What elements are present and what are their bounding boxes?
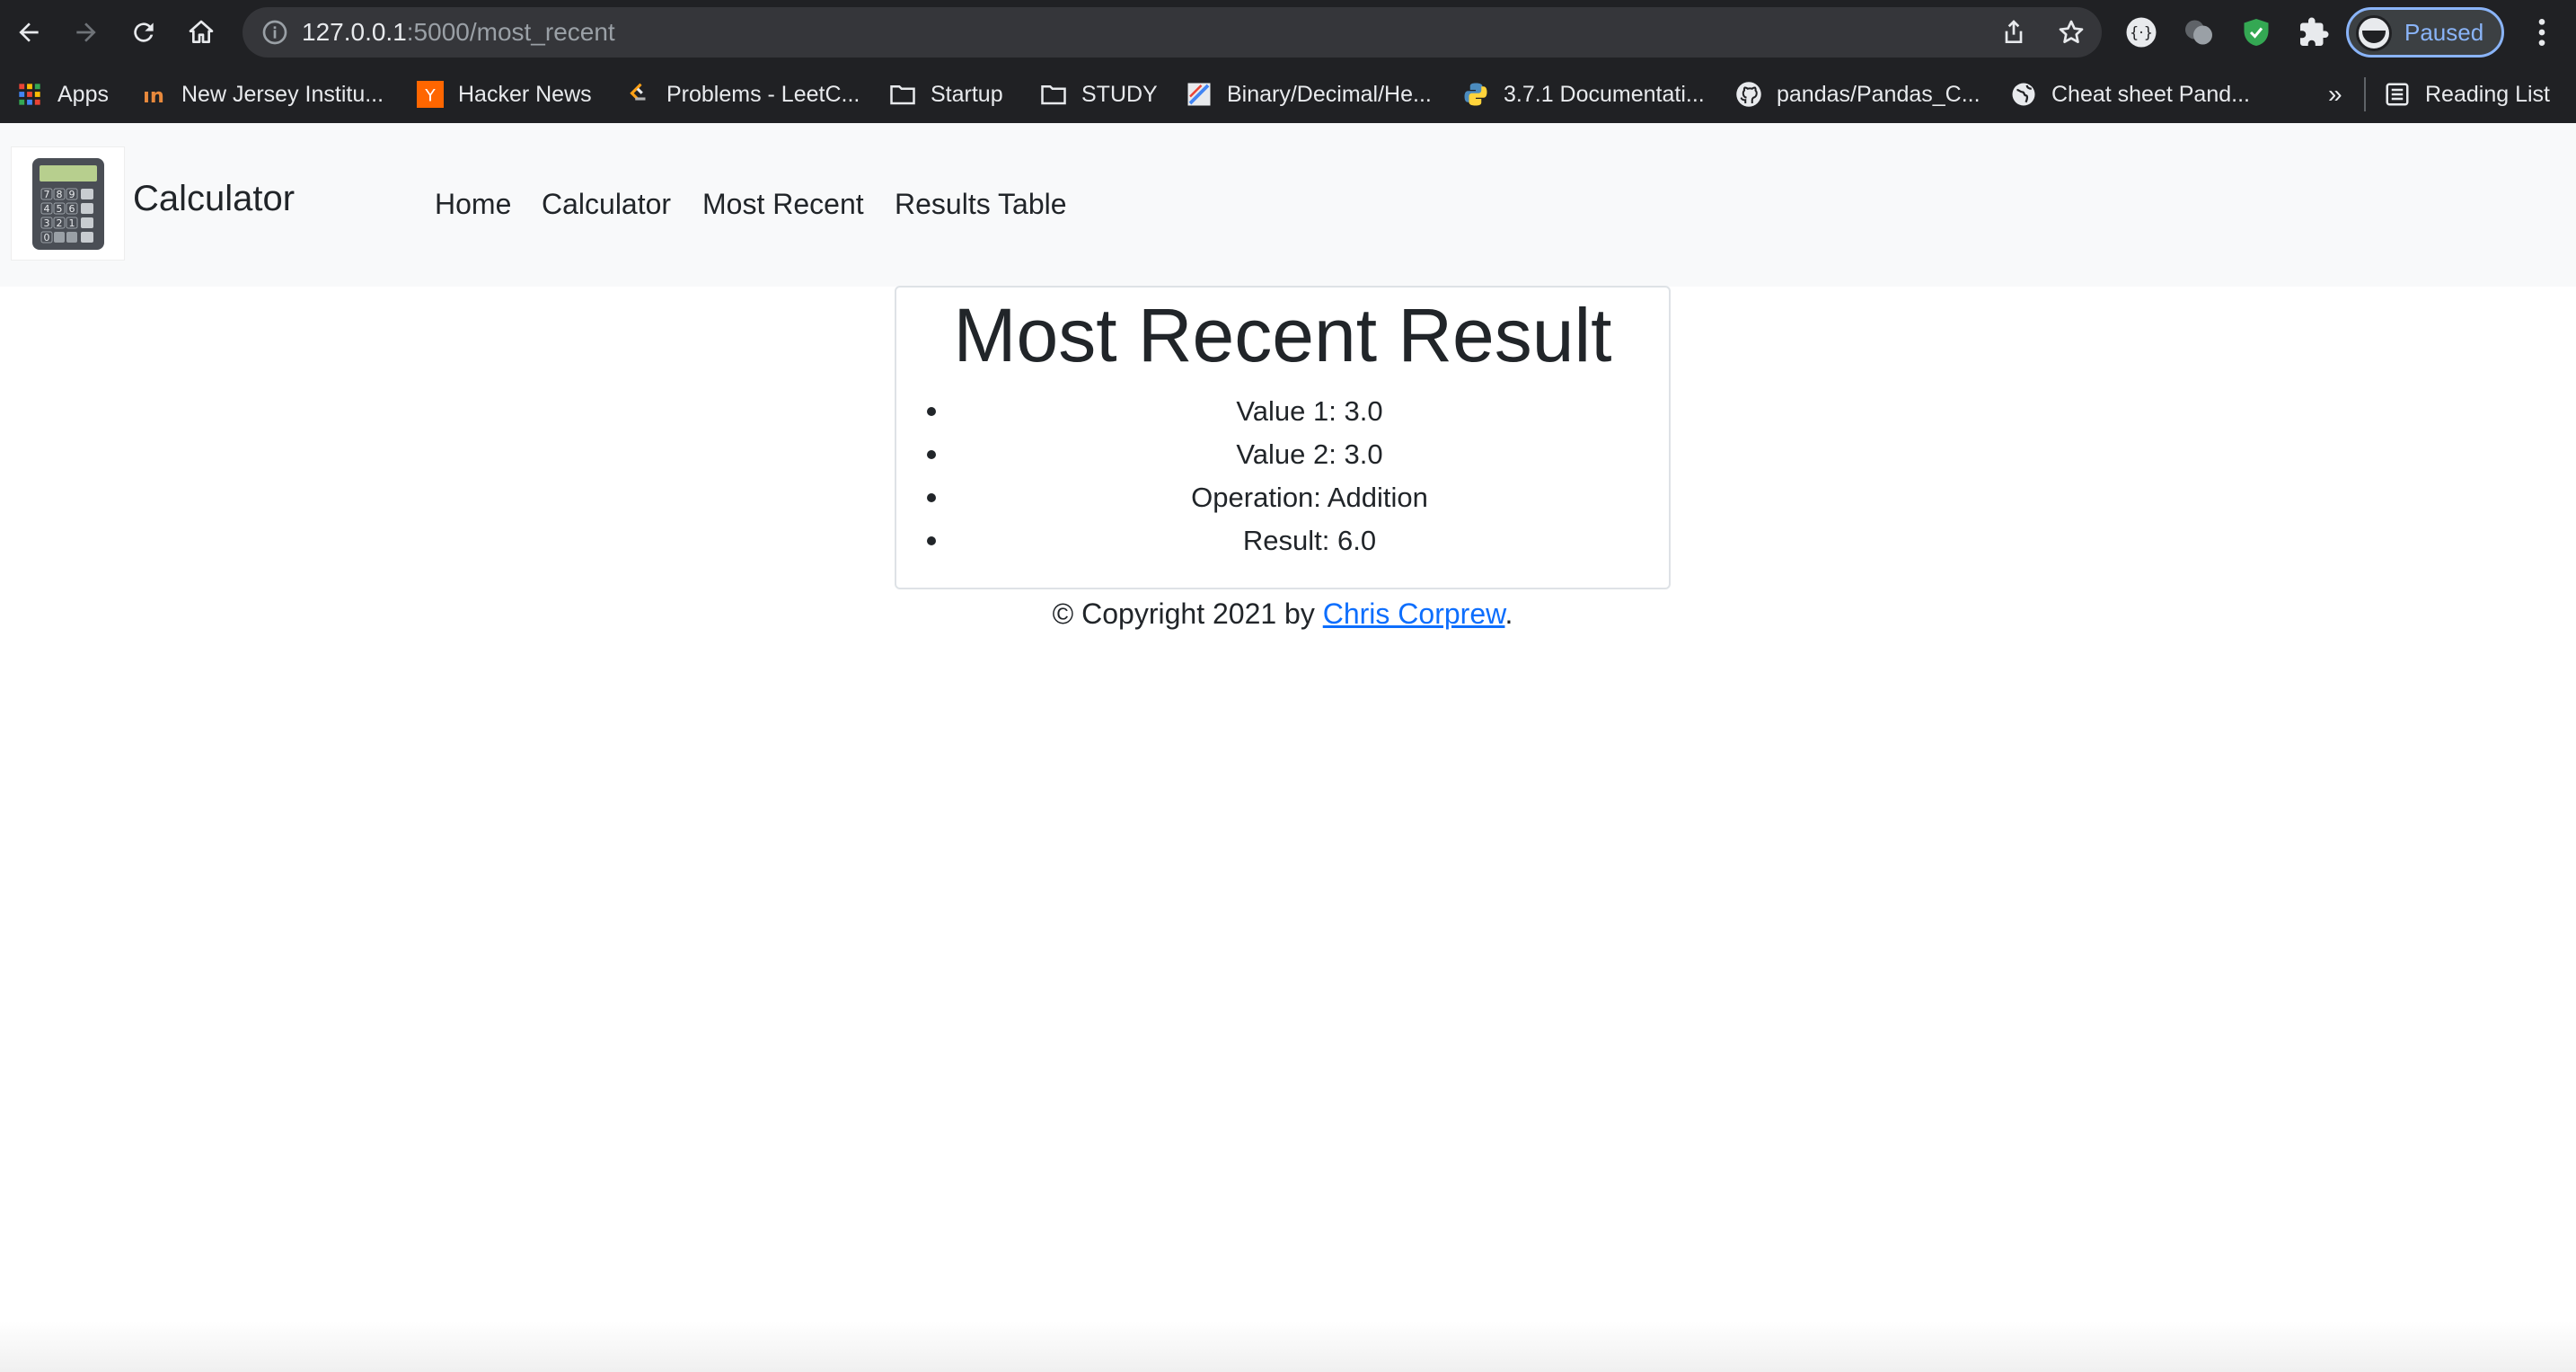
more-menu-icon[interactable] (2524, 14, 2560, 50)
url-host: 127.0.0.1 (302, 18, 407, 46)
bookmark-label: STUDY (1081, 81, 1158, 107)
home-icon (189, 20, 214, 43)
extension-shield-icon[interactable] (2240, 16, 2272, 49)
list-item-result: Result: 6.0 (923, 519, 1642, 562)
svg-text:5: 5 (56, 203, 62, 215)
site-navbar: 789 456 321 0 Calculator Home Calculator (0, 123, 2576, 287)
bookmark-star-icon[interactable] (2057, 18, 2086, 47)
reading-list-label: Reading List (2425, 81, 2550, 107)
reload-button[interactable] (124, 13, 163, 52)
overflow-chevron: » (2328, 80, 2342, 108)
bottom-shadow (0, 1321, 2576, 1372)
site-info-icon[interactable] (260, 18, 289, 47)
bookmark-hacker-news[interactable]: Y Hacker News (417, 75, 592, 114)
svg-text:Y: Y (424, 87, 436, 106)
profile-button[interactable]: Paused (2346, 7, 2504, 58)
share-icon[interactable] (1999, 18, 2028, 47)
svg-text:1: 1 (68, 217, 75, 229)
reading-list-button[interactable]: Reading List (2384, 75, 2550, 114)
bookmark-apps[interactable]: Apps (16, 75, 109, 114)
github-icon (1735, 81, 1762, 108)
result-list: Value 1: 3.0 Value 2: 3.0 Operation: Add… (923, 390, 1642, 562)
home-button[interactable] (181, 13, 221, 52)
list-item-value-1: Value 1: 3.0 (923, 390, 1642, 433)
back-arrow-icon (19, 22, 39, 42)
bookmark-cheat-sheet[interactable]: Cheat sheet Pand... (2010, 75, 2250, 114)
reading-list-icon (2384, 81, 2411, 108)
svg-text:9: 9 (68, 189, 75, 200)
bookmark-python-docs[interactable]: 3.7.1 Documentati... (1462, 75, 1705, 114)
nav-link-most-recent[interactable]: Most Recent (702, 188, 864, 221)
reload-icon (134, 22, 154, 42)
nav-link-calculator[interactable]: Calculator (542, 188, 671, 221)
author-link[interactable]: Chris Corprew (1323, 597, 1505, 630)
svg-text:0: 0 (43, 232, 49, 243)
list-item-operation: Operation: Addition (923, 476, 1642, 519)
folder-icon (889, 81, 916, 108)
bookmarks-divider (2364, 77, 2366, 111)
leetcode-icon (625, 81, 652, 108)
url-text[interactable]: 127.0.0.1:5000/most_recent (302, 7, 615, 58)
hacker-news-icon: Y (417, 81, 444, 108)
bookmark-label: Apps (57, 81, 109, 107)
bookmark-binary-converter[interactable]: Binary/Decimal/He... (1186, 75, 1432, 114)
browser-toolbar: 127.0.0.1:5000/most_recent {·} Paused (0, 0, 2576, 66)
back-button[interactable] (9, 13, 49, 52)
njit-icon: ın (140, 81, 167, 108)
bookmark-label: Cheat sheet Pand... (2051, 81, 2250, 107)
svg-text:8: 8 (56, 189, 62, 200)
list-item-value-2: Value 2: 3.0 (923, 433, 1642, 476)
nav-link-results-table[interactable]: Results Table (895, 188, 1067, 221)
bookmark-label: Hacker News (458, 81, 592, 107)
svg-text:7: 7 (43, 189, 49, 200)
url-path: :5000/most_recent (406, 18, 615, 46)
apps-grid-icon (16, 81, 43, 108)
forward-arrow-icon (76, 22, 96, 42)
bookmark-pandas-github[interactable]: pandas/Pandas_C... (1735, 75, 1981, 114)
svg-text:6: 6 (68, 203, 75, 215)
address-bar[interactable]: 127.0.0.1:5000/most_recent (243, 7, 2102, 58)
folder-icon (1040, 81, 1067, 108)
browser-chrome: 127.0.0.1:5000/most_recent {·} Paused Ap… (0, 0, 2576, 123)
svg-text:{·}: {·} (2130, 24, 2153, 41)
extensions-puzzle-icon[interactable] (2298, 16, 2330, 49)
globe-icon (2010, 81, 2037, 108)
nav-link-home[interactable]: Home (435, 188, 511, 221)
brand-title[interactable]: Calculator (133, 179, 295, 219)
avatar (2356, 15, 2392, 51)
bookmark-folder-study[interactable]: STUDY (1040, 75, 1158, 114)
bookmark-label: pandas/Pandas_C... (1777, 81, 1981, 107)
bookmarks-bar: Apps ın New Jersey Institu... Y Hacker N… (0, 66, 2576, 123)
bookmark-label: New Jersey Institu... (181, 81, 384, 107)
page-title: Most Recent Result (953, 293, 1612, 377)
result-card: Most Recent Result Value 1: 3.0 Value 2:… (895, 286, 1671, 589)
svg-text:4: 4 (43, 203, 49, 215)
bookmark-label: Binary/Decimal/He... (1227, 81, 1432, 107)
profile-status: Paused (2404, 19, 2484, 46)
bookmark-njit[interactable]: ın New Jersey Institu... (140, 75, 384, 114)
forward-button[interactable] (66, 13, 106, 52)
svg-text:3: 3 (43, 217, 49, 229)
bookmark-label: Problems - LeetC... (666, 81, 860, 107)
svg-text:ın: ın (143, 84, 164, 108)
extension-translate-icon[interactable]: {·} (2125, 16, 2157, 49)
bookmark-label: Startup (931, 81, 1003, 107)
copyright-text: © Copyright 2021 by (1052, 597, 1323, 630)
footer: © Copyright 2021 by Chris Corprew. (895, 593, 1671, 634)
svg-text:2: 2 (56, 217, 62, 229)
bookmarks-overflow-button[interactable]: » (2328, 75, 2342, 114)
bookmark-label: 3.7.1 Documentati... (1504, 81, 1705, 107)
converter-icon (1186, 81, 1213, 108)
python-icon (1462, 81, 1489, 108)
bookmark-leetcode[interactable]: Problems - LeetC... (625, 75, 860, 114)
extension-privacy-icon[interactable] (2183, 16, 2215, 49)
bookmark-folder-startup[interactable]: Startup (889, 75, 1003, 114)
footer-period: . (1504, 597, 1513, 630)
calculator-logo-icon[interactable]: 789 456 321 0 (11, 146, 125, 261)
